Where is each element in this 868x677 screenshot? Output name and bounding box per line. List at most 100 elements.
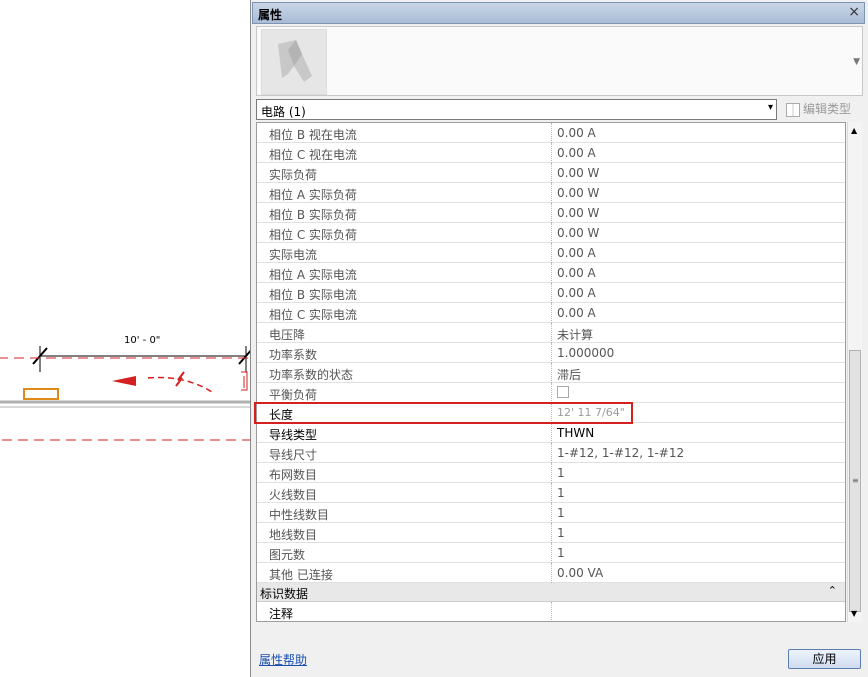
panel-titlebar[interactable]: 属性 × <box>252 2 865 24</box>
column-divider <box>551 163 553 183</box>
property-row[interactable]: 相位 B 实际电流 0.00 A <box>257 283 845 303</box>
property-value[interactable]: 1 <box>557 526 565 540</box>
property-row[interactable]: 中性线数目 1 <box>257 503 845 523</box>
balanced-load-checkbox[interactable] <box>557 386 569 398</box>
property-row[interactable]: 其他 已连接 0.00 VA <box>257 563 845 583</box>
edit-type-button[interactable]: 编辑类型 <box>786 100 851 117</box>
property-name: 相位 C 实际负荷 <box>269 228 358 242</box>
property-value[interactable]: 1 <box>557 486 565 500</box>
column-divider <box>551 563 553 583</box>
property-value[interactable]: 1 <box>557 506 565 520</box>
property-value[interactable]: THWN <box>557 426 594 440</box>
property-value[interactable]: 0.00 W <box>557 226 599 240</box>
column-divider <box>551 243 553 263</box>
property-row[interactable]: 相位 A 实际电流 0.00 A <box>257 263 845 283</box>
column-divider <box>551 183 553 203</box>
section-header-identity-data[interactable]: 标识数据 ⌃ <box>257 583 845 602</box>
property-name: 相位 C 视在电流 <box>269 148 358 162</box>
collapse-icon[interactable]: ⌃ <box>828 584 837 597</box>
column-divider <box>551 143 553 163</box>
property-row[interactable]: 相位 C 实际电流 0.00 A <box>257 303 845 323</box>
property-name: 实际负荷 <box>269 168 318 182</box>
edit-type-icon <box>786 102 800 117</box>
column-divider <box>551 383 553 403</box>
property-value[interactable]: 1 <box>557 546 565 560</box>
properties-help-link[interactable]: 属性帮助 <box>259 651 307 668</box>
column-divider <box>551 602 553 621</box>
property-value[interactable]: 1 <box>557 466 565 480</box>
column-divider <box>551 323 553 343</box>
property-value[interactable]: 0.00 A <box>557 146 596 160</box>
property-name: 实际电流 <box>269 248 318 262</box>
property-value[interactable]: 0.00 VA <box>557 566 603 580</box>
column-divider <box>551 263 553 283</box>
apply-button[interactable]: 应用 <box>788 649 861 669</box>
property-value[interactable]: 0.00 A <box>557 266 596 280</box>
properties-grid[interactable]: 相位 B 视在电流 0.00 A 相位 C 视在电流 0.00 A 实际负荷 0.00 W… <box>256 122 846 622</box>
property-name: 相位 B 实际电流 <box>269 288 357 302</box>
property-value[interactable]: 0.00 A <box>557 286 596 300</box>
property-value[interactable]: 0.00 A <box>557 306 596 320</box>
close-icon[interactable]: × <box>848 4 860 20</box>
property-name: 电压降 <box>269 328 306 342</box>
property-row[interactable]: 电压降 未计算 <box>257 323 845 343</box>
property-row[interactable]: 实际负荷 0.00 W <box>257 163 845 183</box>
property-row[interactable]: 注释 <box>257 602 845 621</box>
column-divider <box>551 483 553 503</box>
property-value[interactable]: 1-#12, 1-#12, 1-#12 <box>557 446 684 460</box>
property-row[interactable]: 相位 C 实际负荷 0.00 W <box>257 223 845 243</box>
type-preview: ▼ <box>256 26 863 96</box>
property-name: 导线尺寸 <box>269 448 318 462</box>
property-name: 相位 B 实际负荷 <box>269 208 357 222</box>
type-selector[interactable]: 电路 (1) ▾ <box>256 99 777 120</box>
panel-title: 属性 <box>258 8 283 22</box>
property-row[interactable]: 功率系数 1.000000 <box>257 343 845 363</box>
property-value[interactable]: 0.00 W <box>557 186 599 200</box>
length-row-highlight <box>254 402 633 424</box>
scroll-down-icon[interactable]: ▼ <box>851 609 857 618</box>
scroll-up-icon[interactable]: ▲ <box>851 126 857 135</box>
column-divider <box>551 503 553 523</box>
scroll-thumb[interactable]: ≡ <box>849 350 861 612</box>
property-row[interactable]: 导线类型 THWN <box>257 423 845 443</box>
property-name: 中性线数目 <box>269 508 330 522</box>
property-row[interactable]: 相位 A 实际负荷 0.00 W <box>257 183 845 203</box>
property-name: 相位 A 实际负荷 <box>269 188 357 202</box>
panel-end-icon <box>241 371 248 391</box>
family-thumbnail-icon <box>261 29 327 95</box>
column-divider <box>551 123 553 143</box>
grid-scrollbar[interactable]: ▲ ≡ ▼ <box>847 122 862 622</box>
preview-dropdown-icon[interactable]: ▼ <box>853 57 860 67</box>
property-row[interactable]: 实际电流 0.00 A <box>257 243 845 263</box>
property-value[interactable]: 0.00 A <box>557 246 596 260</box>
property-row[interactable]: 相位 B 实际负荷 0.00 W <box>257 203 845 223</box>
properties-panel: 属性 × ▼ 电路 (1) ▾ 编辑类型 相位 B 视在电流 0.00 A 相位 C… <box>250 0 868 677</box>
column-divider <box>551 203 553 223</box>
property-value[interactable]: 滞后 <box>557 366 581 383</box>
property-row[interactable]: 功率系数的状态 滞后 <box>257 363 845 383</box>
property-row[interactable]: 布网数目 1 <box>257 463 845 483</box>
dimension-label[interactable]: 10' - 0" <box>124 335 160 346</box>
property-row[interactable]: 相位 B 视在电流 0.00 A <box>257 123 845 143</box>
property-row[interactable]: 导线尺寸 1-#12, 1-#12, 1-#12 <box>257 443 845 463</box>
chevron-down-icon[interactable]: ▾ <box>768 102 773 113</box>
property-name: 火线数目 <box>269 488 318 502</box>
property-value[interactable]: 未计算 <box>557 326 593 343</box>
column-divider <box>551 303 553 323</box>
home-run-arrow <box>112 376 136 386</box>
tick-mark-icon <box>175 371 185 387</box>
property-row[interactable]: 平衡负荷 <box>257 383 845 403</box>
property-name: 注释 <box>269 607 294 621</box>
property-row[interactable]: 图元数 1 <box>257 543 845 563</box>
column-divider <box>551 463 553 483</box>
property-row[interactable]: 相位 C 视在电流 0.00 A <box>257 143 845 163</box>
property-value[interactable]: 0.00 W <box>557 206 599 220</box>
property-row[interactable]: 地线数目 1 <box>257 523 845 543</box>
property-value[interactable]: 1.000000 <box>557 346 614 360</box>
section-title: 标识数据 <box>260 587 309 601</box>
property-value[interactable]: 0.00 W <box>557 166 599 180</box>
scroll-grip-icon: ≡ <box>852 476 859 485</box>
device-box[interactable] <box>23 388 59 400</box>
property-value[interactable]: 0.00 A <box>557 126 596 140</box>
property-row[interactable]: 火线数目 1 <box>257 483 845 503</box>
